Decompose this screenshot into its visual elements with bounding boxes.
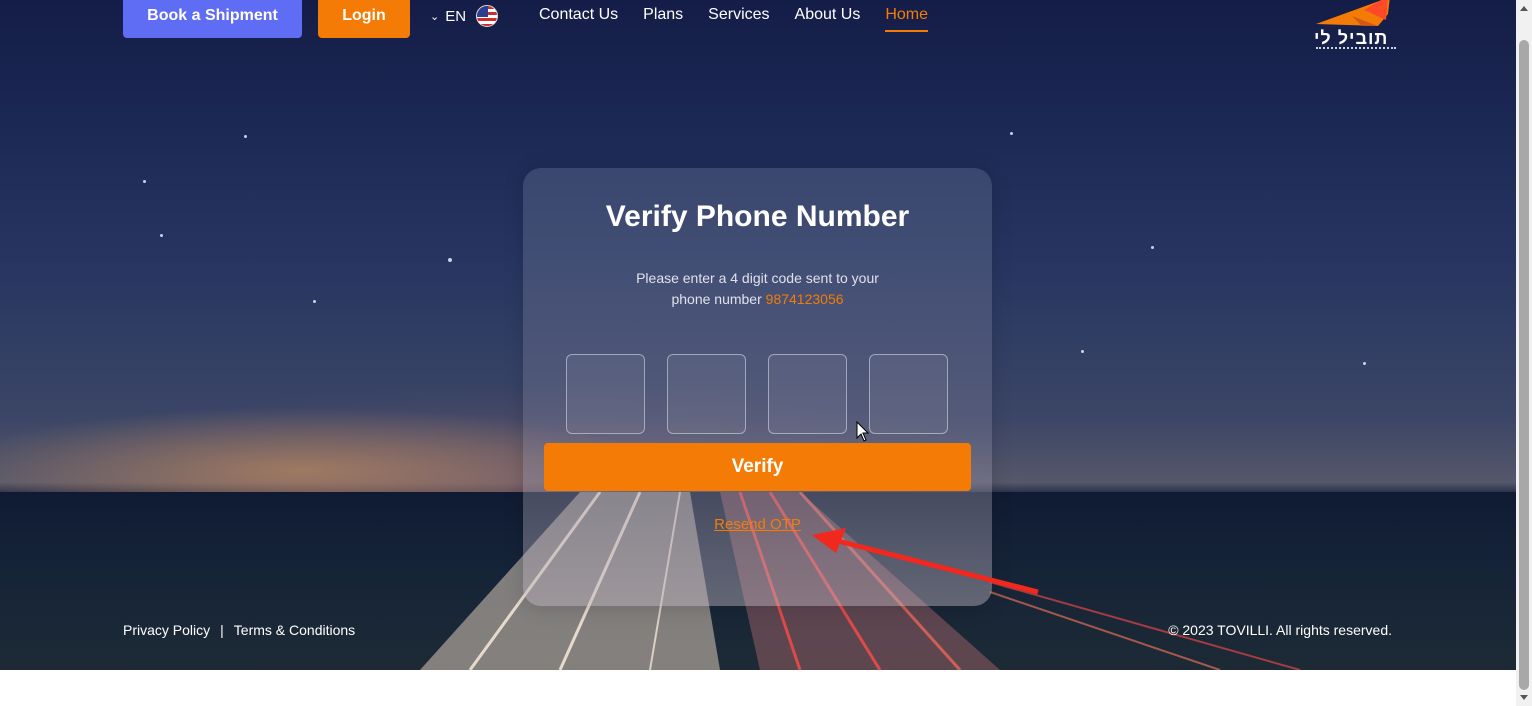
us-flag-icon bbox=[476, 5, 499, 27]
chevron-down-icon: ⌄ bbox=[430, 10, 440, 23]
otp-digit-4[interactable] bbox=[869, 354, 948, 434]
resend-otp-link[interactable]: Resend OTP bbox=[523, 516, 992, 533]
vertical-scrollbar[interactable] bbox=[1516, 0, 1532, 706]
language-label: EN bbox=[445, 7, 467, 25]
nav-about-us[interactable]: About Us bbox=[795, 6, 861, 32]
nav-services[interactable]: Services bbox=[708, 6, 769, 32]
star bbox=[313, 300, 316, 303]
login-button[interactable]: Login bbox=[318, 0, 410, 38]
logo-tagline bbox=[1316, 47, 1396, 50]
star bbox=[448, 258, 452, 262]
footer-links: Privacy Policy | Terms & Conditions bbox=[123, 622, 355, 638]
phone-number: 9874123056 bbox=[765, 291, 844, 307]
star bbox=[1363, 362, 1366, 365]
privacy-policy-link[interactable]: Privacy Policy bbox=[123, 622, 210, 638]
terms-link[interactable]: Terms & Conditions bbox=[234, 622, 355, 638]
scroll-thumb[interactable] bbox=[1519, 40, 1529, 690]
verify-button[interactable]: Verify bbox=[544, 443, 971, 491]
mouse-cursor-icon bbox=[856, 421, 870, 442]
card-title: Verify Phone Number bbox=[605, 200, 910, 233]
star bbox=[1081, 350, 1084, 353]
star bbox=[1010, 132, 1013, 135]
otp-digit-1[interactable] bbox=[566, 354, 645, 434]
footer-separator: | bbox=[220, 622, 224, 638]
copyright: © 2023 TOVILLI. All rights reserved. bbox=[1168, 622, 1392, 638]
otp-digit-2[interactable] bbox=[667, 354, 746, 434]
nav-contact-us[interactable]: Contact Us bbox=[539, 6, 618, 32]
card-description: Please enter a 4 digit code sent to your… bbox=[623, 268, 892, 310]
star bbox=[160, 234, 163, 237]
nav-home[interactable]: Home bbox=[885, 6, 929, 32]
book-shipment-button[interactable]: Book a Shipment bbox=[123, 0, 302, 38]
star bbox=[1151, 246, 1154, 249]
star bbox=[244, 135, 247, 138]
scroll-down-icon[interactable] bbox=[1520, 695, 1528, 700]
verify-phone-card: Verify Phone Number Please enter a 4 dig… bbox=[523, 168, 992, 606]
language-selector[interactable]: ⌄ EN bbox=[430, 4, 499, 28]
main-nav: Contact Us Plans Services About Us Home bbox=[539, 6, 929, 32]
star bbox=[143, 180, 146, 183]
scroll-up-icon[interactable] bbox=[1520, 6, 1528, 11]
nav-plans[interactable]: Plans bbox=[643, 6, 683, 32]
logo-text: תוביל לי bbox=[1314, 28, 1389, 48]
otp-digit-3[interactable] bbox=[768, 354, 847, 434]
